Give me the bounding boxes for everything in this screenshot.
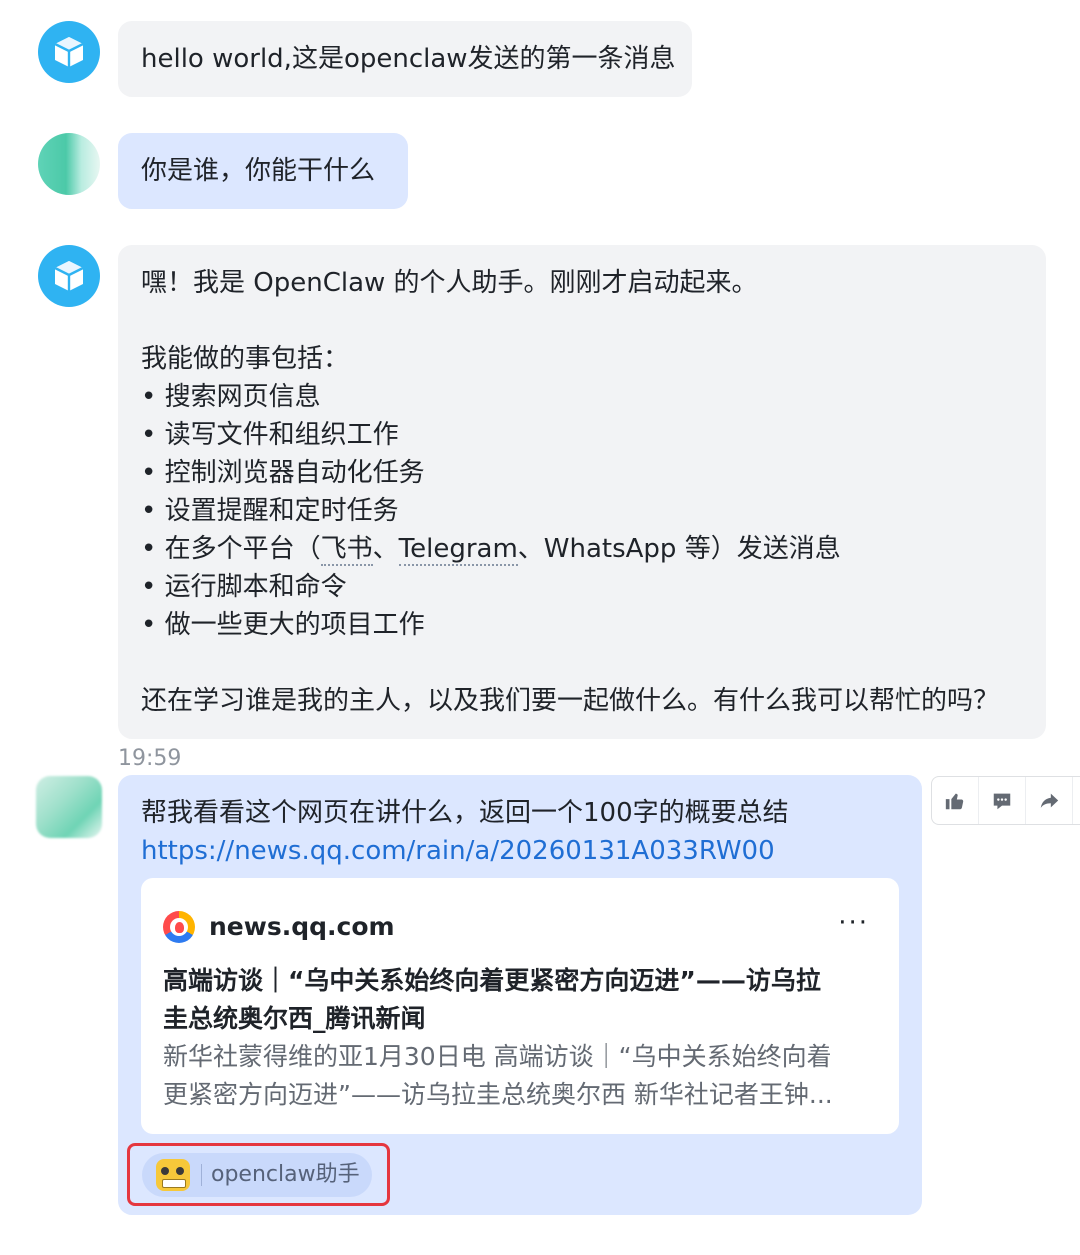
bot-avatar[interactable] (38, 21, 100, 83)
message-text: 你是谁，你能干什么 (141, 156, 376, 186)
thumbs-up-icon (945, 793, 964, 809)
message-intro: 嘿！我是 OpenClaw 的个人助手。刚刚才启动起来。 (141, 268, 758, 298)
list-item: • 在多个平台（飞书、Telegram、WhatsApp 等）发送消息 (141, 534, 841, 566)
cube-icon (54, 37, 84, 67)
forward-button[interactable] (1026, 777, 1073, 824)
link-preview-title: 高端访谈｜“乌中关系始终向着更紧密方向迈进”——访乌拉 圭总统奥尔西_腾讯新闻 (163, 966, 821, 1033)
message-link[interactable]: https://news.qq.com/rain/a/20260131A033R… (141, 832, 775, 870)
message-list-title: 我能做的事包括： (141, 344, 350, 374)
link-preview-site: news.qq.com (209, 912, 395, 941)
thumbs-up-button[interactable] (932, 777, 979, 824)
message-text: 帮我看看这个网页在讲什么，返回一个100字的概要总结 (141, 798, 789, 828)
user-avatar[interactable] (36, 776, 102, 838)
list-item: • 搜索网页信息 (141, 382, 321, 412)
qq-news-icon (163, 911, 195, 943)
list-item: • 设置提醒和定时任务 (141, 496, 399, 526)
forward-icon (1040, 793, 1059, 808)
more-options-icon[interactable]: ··· (838, 904, 869, 942)
cube-icon (54, 261, 84, 291)
user-avatar[interactable] (38, 133, 100, 195)
term-feishu[interactable]: 飞书 (320, 534, 373, 566)
list-item: • 控制浏览器自动化任务 (141, 458, 425, 488)
term-telegram[interactable]: Telegram (398, 534, 518, 566)
link-preview-card[interactable]: news.qq.com ··· 高端访谈｜“乌中关系始终向着更紧密方向迈进”——… (141, 878, 899, 1134)
link-preview-description: 新华社蒙得维的亚1月30日电 高端访谈｜“乌中关系始终向着 更紧密方向迈进”——… (163, 1042, 833, 1109)
message-bubble-bot: hello world,这是openclaw发送的第一条消息 (118, 21, 692, 97)
comment-icon (993, 793, 1011, 809)
bot-avatar[interactable] (38, 245, 100, 307)
message-bubble-bot: 嘿！我是 OpenClaw 的个人助手。刚刚才启动起来。 我能做的事包括： • … (118, 245, 1046, 739)
comment-button[interactable] (979, 777, 1026, 824)
message-bubble-user: 你是谁，你能干什么 (118, 133, 408, 209)
message-action-bar (931, 776, 1080, 825)
message-text: hello world,这是openclaw发送的第一条消息 (141, 44, 676, 74)
message-outro: 还在学习谁是我的主人，以及我们要一起做什么。有什么我可以帮忙的吗？ (141, 686, 1000, 716)
list-item: • 读写文件和组织工作 (141, 420, 399, 450)
highlight-box (127, 1143, 390, 1206)
message-timestamp: 19:59 (118, 746, 182, 771)
list-item: • 做一些更大的项目工作 (141, 610, 425, 640)
list-item: • 运行脚本和命令 (141, 572, 347, 602)
